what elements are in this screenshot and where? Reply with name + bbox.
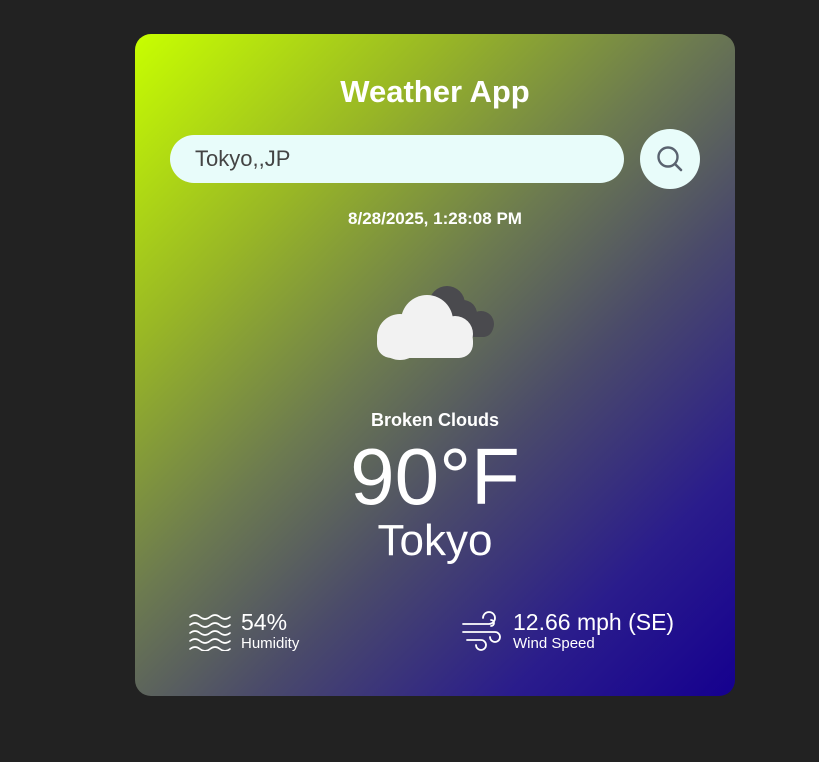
humidity-stat: 54% Humidity: [189, 609, 299, 653]
wind-value: 12.66 mph (SE): [513, 609, 675, 635]
app-title: Weather App: [340, 74, 530, 109]
city-name: Tokyo: [377, 516, 493, 565]
weather-card: Weather App 8/28/2025, 1:28:08 PM Broken…: [135, 34, 735, 696]
search-icon: [657, 146, 683, 172]
humidity-value: 54%: [241, 609, 288, 635]
wind-icon: [462, 611, 501, 651]
humidity-label: Humidity: [241, 635, 300, 652]
wind-stat: 12.66 mph (SE) Wind Speed: [461, 609, 674, 653]
search-button[interactable]: [640, 129, 700, 189]
current-datetime: 8/28/2025, 1:28:08 PM: [348, 209, 522, 228]
weather-description: Broken Clouds: [370, 410, 499, 430]
humidity-waves-icon: [189, 614, 231, 651]
broken-clouds-icon: [377, 286, 494, 360]
city-search-input[interactable]: [170, 135, 624, 183]
temperature: 90°F: [350, 432, 520, 521]
wind-label: Wind Speed: [513, 635, 595, 652]
